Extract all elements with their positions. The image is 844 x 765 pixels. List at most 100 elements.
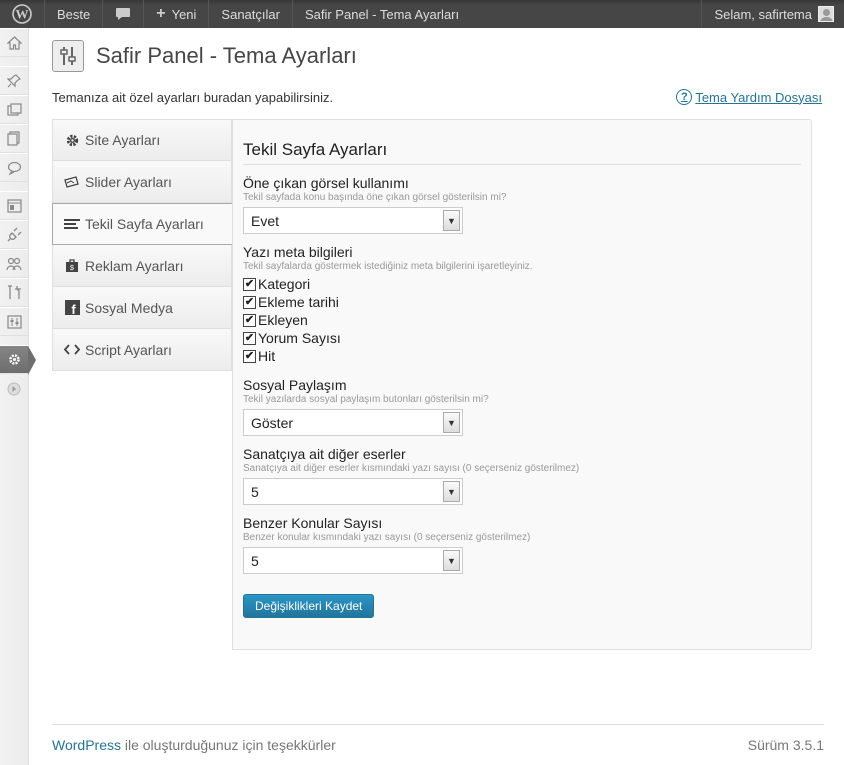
settings-content: Tekil Sayfa Ayarları Öne çıkan görsel ku… [232,119,812,650]
menu-separator [0,182,28,191]
svg-text:W: W [16,7,29,22]
tab-single-page-settings[interactable]: Tekil Sayfa Ayarları [52,203,232,245]
help-link[interactable]: ? Tema Yardım Dosyası [676,89,822,105]
section-heading: Tekil Sayfa Ayarları [243,120,801,165]
related-posts-field: Benzer Konular Sayısı Benzer konular kıs… [243,515,801,574]
menu-comments[interactable] [0,153,28,182]
related-posts-select[interactable]: 5 ▼ [243,547,463,574]
footer: WordPress ile oluşturduğunuz için teşekk… [52,724,824,765]
menu-users[interactable] [0,249,28,278]
chevron-down-icon: ▼ [443,412,460,433]
tab-script-settings[interactable]: Script Ayarları [52,329,232,371]
field-label: Yazı meta bilgileri [243,244,353,260]
menu-appearance[interactable] [0,191,28,220]
gear-icon [63,133,81,148]
plus-icon: + [156,5,166,22]
settings-tabs: Site Ayarları Slider Ayarları Tekil Sayf… [52,119,232,371]
checkbox-hit[interactable]: ✔ [243,349,256,363]
collapse-menu-button[interactable] [0,374,28,403]
menu-separator [0,336,28,345]
checkbox-item[interactable]: ✔ Ekleyen [243,311,801,329]
other-works-select[interactable]: 5 ▼ [243,478,463,505]
page-description: Temanıza ait özel ayarları buradan yapab… [52,89,334,105]
tab-site-settings[interactable]: Site Ayarları [52,119,232,161]
svg-text:f: f [71,302,76,315]
select-value: 5 [251,483,259,500]
field-label: Öne çıkan görsel kullanımı [243,175,409,191]
field-hint: Tekil sayfalarda göstermek istediğiniz m… [243,261,533,272]
artists-link[interactable]: Sanatçılar [209,0,293,28]
checkbox-item[interactable]: ✔ Ekleme tarihi [243,293,801,311]
checkbox-date[interactable]: ✔ [243,295,256,309]
chevron-down-icon: ▼ [443,210,460,231]
select-value: Evet [251,212,280,229]
social-share-select[interactable]: Göster ▼ [243,409,463,436]
gear-icon [8,354,20,365]
menu-media[interactable] [0,95,28,124]
menu-safir-panel[interactable] [0,345,36,375]
wordpress-logo-icon[interactable]: W [0,0,45,28]
wordpress-link[interactable]: WordPress [52,737,121,753]
account-menu[interactable]: Selam, safirtema [701,0,844,28]
checkbox-label: Ekleme tarihi [258,294,339,310]
checkbox-label: Ekleyen [258,312,308,328]
comments-icon [7,161,21,175]
new-content-link[interactable]: + Yeni [144,0,210,28]
site-name-link[interactable]: Beste [45,0,104,28]
select-value: Göster [251,414,294,431]
page-header: Safir Panel - Tema Ayarları [52,28,822,84]
footer-thanks-text: ile oluşturduğunuz için teşekkürler [120,737,336,753]
checkbox-item[interactable]: ✔ Kategori [243,275,801,293]
media-icon [6,102,22,116]
featured-image-select[interactable]: Evet ▼ [243,207,463,234]
artists-label: Sanatçılar [221,6,280,22]
tab-label: Reklam Ayarları [85,257,184,274]
field-hint: Sanatçıya ait diğer eserler kısmındaki y… [243,463,580,474]
theme-panel-link[interactable]: Safir Panel - Tema Ayarları [293,0,471,28]
chevron-down-icon: ▼ [443,481,460,502]
checkbox-comment-count[interactable]: ✔ [243,331,256,345]
comment-bubble-icon [116,8,131,20]
featured-image-field: Öne çıkan görsel kullanımı Tekil sayfada… [243,175,801,234]
facebook-icon: f [63,300,81,315]
checkbox-category[interactable]: ✔ [243,277,256,291]
field-hint: Tekil sayfada konu başında öne çıkan gör… [243,192,507,203]
menu-separator [0,57,28,66]
checkbox-item[interactable]: ✔ Yorum Sayısı [243,329,801,347]
tab-ad-settings[interactable]: $ Reklam Ayarları [52,245,232,287]
menu-settings[interactable] [0,307,28,336]
tools-icon [7,285,21,299]
field-hint: Tekil yazılarda sosyal paylaşım butonlar… [243,394,489,405]
checkbox-author[interactable]: ✔ [243,313,256,327]
avatar [818,6,834,22]
checkbox-label: Hit [258,348,276,364]
theme-panel-label: Safir Panel - Tema Ayarları [304,6,460,22]
tab-label: Slider Ayarları [85,173,172,190]
comments-link[interactable] [103,0,145,28]
tab-label: Tekil Sayfa Ayarları [85,216,204,232]
tab-slider-settings[interactable]: Slider Ayarları [52,161,232,203]
checkbox-label: Yorum Sayısı [258,330,341,346]
social-share-field: Sosyal Paylaşım Tekil yazılarda sosyal p… [243,377,801,436]
save-changes-button[interactable]: Değişiklikleri Kaydet [243,594,375,618]
tab-social-media[interactable]: f Sosyal Medya [52,287,232,329]
menu-posts[interactable] [0,66,28,95]
users-icon [6,257,22,270]
select-value: 5 [251,552,259,569]
new-label: Yeni [171,6,197,22]
tab-label: Sosyal Medya [85,299,173,316]
plug-icon [7,227,21,242]
tab-label: Script Ayarları [85,341,172,358]
field-label: Sosyal Paylaşım [243,377,347,393]
menu-plugins[interactable] [0,220,28,249]
chevron-down-icon: ▼ [443,550,460,571]
settings-sliders-icon [6,314,22,329]
menu-dashboard[interactable] [0,28,28,57]
admin-menu [0,28,36,765]
home-icon [6,35,22,50]
checkbox-item[interactable]: ✔ Hit [243,347,801,365]
menu-pages[interactable] [0,124,28,153]
description-row: Temanıza ait özel ayarları buradan yapab… [52,85,822,109]
menu-tools[interactable] [0,278,28,307]
lines-icon [63,218,81,231]
